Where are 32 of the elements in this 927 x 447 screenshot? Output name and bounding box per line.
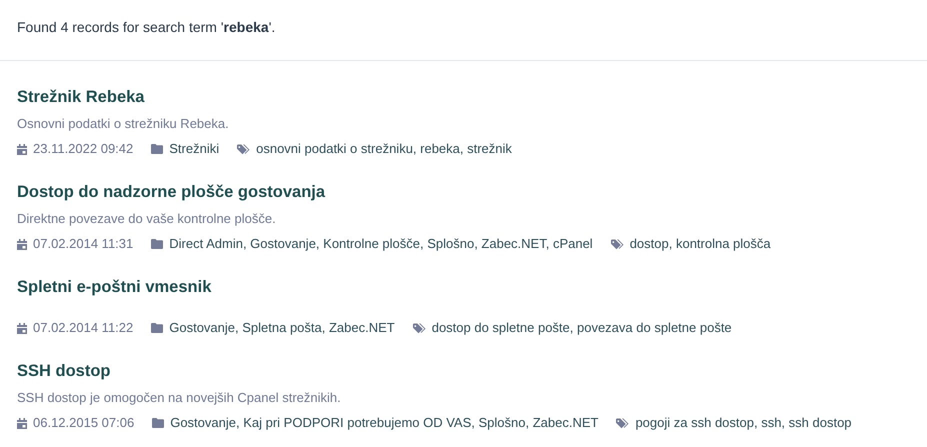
category-links[interactable]: Gostovanje, Spletna pošta, Zabec.NET — [169, 319, 395, 338]
tags-icon — [237, 144, 250, 155]
calendar-icon — [17, 322, 27, 334]
calendar-icon — [17, 144, 27, 155]
category-links[interactable]: Strežniki — [169, 140, 220, 158]
tag-links[interactable]: osnovni podatki o strežniku, rebeka, strežnik — [256, 140, 512, 158]
result-title-link[interactable]: Dostop do nadzorne plošče gostovanja — [17, 183, 326, 203]
folder-icon — [151, 239, 164, 250]
calendar-icon — [17, 238, 27, 250]
result-date: 23.11.2022 09:42 — [33, 140, 134, 158]
tag-links[interactable]: dostop do spletne pošte, povezava do spletne pošte — [432, 319, 732, 338]
tags-icon — [610, 238, 624, 250]
category-links[interactable]: Gostovanje, Kaj pri PODPORI potrebujemo OD VAS, Splošno, Zabec.NET — [170, 414, 598, 432]
result-title-link[interactable]: Spletni e-poštni vmesnik — [17, 278, 212, 298]
folder-icon — [151, 144, 164, 154]
category-links[interactable]: Direct Admin, Gostovanje, Kontrolne plošče, Splošno, Zabec.NET, cPanel — [169, 235, 593, 254]
tags-icon — [412, 322, 426, 334]
result-date: 07.02.2014 11:22 — [33, 319, 134, 338]
calendar-icon — [17, 418, 27, 429]
result-description: SSH dostop je omogočen na novejših Cpanel strežnikih. — [17, 389, 342, 408]
tag-links[interactable]: dostop, kontrolna plošča — [630, 235, 771, 254]
results-summary: Found 4 records for search term 'rebeka'. — [0, 0, 927, 61]
folder-icon — [151, 323, 164, 334]
tag-links[interactable]: pogoji za ssh dostop, ssh, ssh dostop — [635, 414, 852, 432]
result-date: 06.12.2015 07:06 — [33, 414, 134, 432]
result-title-link[interactable]: Strežnik Rebeka — [17, 88, 144, 108]
result-description: Osnovni podatki o strežniku Rebeka. — [17, 114, 230, 133]
result-title-link[interactable]: SSH dostop — [17, 362, 110, 382]
folder-icon — [152, 418, 164, 428]
result-description: Direktne povezave do vaše kontrolne plošče. — [17, 210, 277, 228]
tags-icon — [616, 418, 630, 429]
result-date: 07.02.2014 11:31 — [33, 235, 134, 254]
